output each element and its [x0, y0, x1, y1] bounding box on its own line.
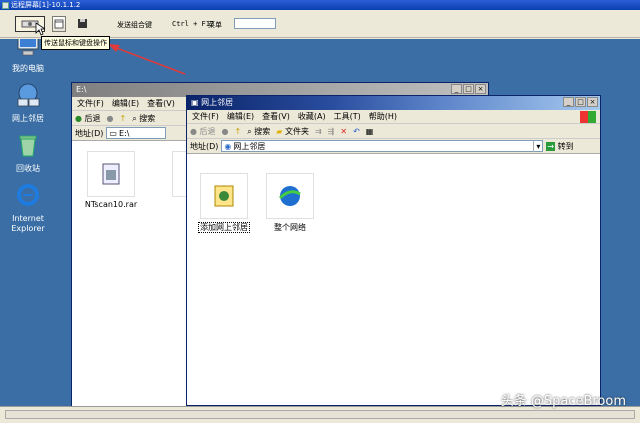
explorer-window-network[interactable]: ▣ 网上邻居 _ □ × 文件(F) 编辑(E) 查看(V) 收藏(A) 工具(T)…	[186, 95, 601, 406]
file-name: NTscan10.rar	[84, 200, 138, 209]
remote-app-icon	[2, 1, 9, 9]
desktop-icon-internet-explorer[interactable]: Internet Explorer	[0, 181, 56, 234]
address-value: 网上邻居	[233, 141, 266, 151]
network-item-add-place[interactable]: 添加网上邻居	[193, 173, 255, 233]
menu-help[interactable]: 帮助(H)	[369, 111, 397, 122]
views-icon[interactable]: ▦	[366, 127, 374, 136]
network-icon	[17, 83, 40, 107]
window-icon	[54, 19, 64, 29]
desktop-icon-label: Internet Explorer	[11, 214, 45, 233]
desktop-icon-label: 回收站	[16, 164, 40, 173]
back-arrow-icon: ●	[190, 126, 197, 136]
maximize-button[interactable]: □	[463, 84, 474, 94]
save-button[interactable]	[77, 16, 89, 32]
desktop-icon-label: 网上邻居	[12, 114, 44, 123]
remote-desktop: 我的电脑 网上邻居 回收站 Internet Explorer E:\ _ □ × …	[0, 39, 640, 406]
address-value: E:\	[118, 128, 130, 138]
menu-view[interactable]: 查看(V)	[262, 111, 290, 122]
forward-button[interactable]: ●	[222, 127, 229, 136]
network-items-list: 添加网上邻居 整个网络	[187, 168, 600, 405]
close-button[interactable]: ×	[587, 97, 598, 107]
remote-window-titlebar: 远程屏幕[1]-10.1.1.2	[0, 0, 640, 10]
menu-edit[interactable]: 编辑(E)	[112, 98, 139, 109]
undo-icon[interactable]: ↶	[353, 127, 360, 136]
remote-toolbar: 发送组合键 Ctrl + F12 菜单	[0, 10, 640, 38]
recycle-bin-icon	[19, 135, 37, 157]
back-arrow-icon: ●	[75, 113, 82, 123]
back-label: 后退	[199, 126, 216, 136]
address-bar: 地址(D) ◉ 网上邻居 ▾ → 转到	[187, 139, 600, 154]
file-item[interactable]: NTscan10.rar	[80, 151, 142, 209]
go-button[interactable]: → 转到	[546, 141, 574, 152]
network-small-icon: ◉	[224, 141, 232, 151]
item-name: 添加网上邻居	[198, 222, 250, 233]
window-title: E:\	[76, 85, 87, 94]
window-mode-button[interactable]	[52, 16, 66, 32]
folders-button[interactable]: ▰ 文件夹	[276, 126, 309, 137]
search-label: 搜索	[139, 113, 156, 123]
computer-icon	[17, 39, 39, 56]
tooltip: 传送鼠标和键盘操作	[41, 36, 110, 50]
menu-edit[interactable]: 编辑(E)	[227, 111, 254, 122]
annotation-arrow	[108, 44, 186, 75]
maximize-button[interactable]: □	[575, 97, 586, 107]
network-title-icon: ▣	[191, 98, 199, 107]
address-input[interactable]: ◉ 网上邻居 ▾	[221, 140, 544, 152]
minimize-button[interactable]: _	[451, 84, 462, 94]
address-label: 地址(D)	[75, 128, 104, 138]
search-label: 搜索	[254, 126, 271, 136]
mouse-cursor-icon	[35, 22, 45, 36]
delete-icon[interactable]: ✕	[340, 127, 347, 136]
folders-label: 文件夹	[284, 126, 309, 136]
copy-to-icon[interactable]: ⇶	[328, 127, 335, 136]
search-icon: ⌕	[132, 113, 137, 123]
add-network-place-icon	[200, 173, 248, 219]
remote-window-title: 远程屏幕[1]-10.1.1.2	[11, 1, 81, 9]
search-button[interactable]: ⌕ 搜索	[247, 126, 270, 137]
folder-icon: ▰	[276, 126, 283, 136]
desktop-icon-network[interactable]: 网上邻居	[0, 81, 56, 124]
back-label: 后退	[84, 113, 101, 123]
go-arrow-icon: →	[546, 141, 556, 151]
close-button[interactable]: ×	[475, 84, 486, 94]
desktop-icon-label: 我的电脑	[12, 64, 44, 73]
back-button[interactable]: ● 后退	[75, 113, 101, 124]
scrollbar-track[interactable]	[5, 410, 635, 419]
search-icon: ⌕	[247, 126, 252, 136]
menu-file[interactable]: 文件(F)	[192, 111, 219, 122]
address-input[interactable]: ▭ E:\	[106, 127, 167, 139]
floppy-icon	[78, 19, 87, 28]
windows-logo-icon	[580, 111, 596, 123]
menu-favorites[interactable]: 收藏(A)	[298, 111, 326, 122]
forward-button[interactable]: ●	[107, 114, 114, 123]
up-folder-icon[interactable]: ↑	[120, 114, 127, 123]
watermark: 头条 @SpaceBroom	[500, 394, 626, 409]
item-name: 整个网络	[274, 223, 306, 232]
menu-file[interactable]: 文件(F)	[77, 98, 104, 109]
menu-bar: 文件(F) 编辑(E) 查看(V) 收藏(A) 工具(T) 帮助(H)	[187, 110, 600, 124]
drive-icon: ▭	[109, 128, 117, 138]
desktop-icon-recycle-bin[interactable]: 回收站	[0, 131, 56, 174]
window-title: 网上邻居	[201, 98, 234, 107]
internet-explorer-icon	[17, 184, 39, 206]
address-label: 地址(D)	[190, 141, 219, 151]
go-label: 转到	[557, 141, 574, 151]
send-combo-key-menu[interactable]: 发送组合键	[117, 20, 152, 30]
menu-shortcut-input[interactable]	[234, 18, 276, 29]
address-dropdown-icon[interactable]: ▾	[533, 140, 542, 152]
network-item-entire-network[interactable]: 整个网络	[259, 173, 321, 233]
menu-label: 菜单	[208, 21, 222, 29]
entire-network-globe-icon	[266, 173, 314, 219]
toolbar: ● 后退 ● ↑ ⌕ 搜索 ▰ 文件夹 ⇉ ⇶ ✕ ↶ ▦	[187, 124, 600, 139]
rar-file-icon	[87, 151, 135, 197]
menu-tools[interactable]: 工具(T)	[334, 111, 361, 122]
back-button[interactable]: ● 后退	[190, 126, 216, 137]
up-folder-icon[interactable]: ↑	[235, 127, 242, 136]
move-to-icon[interactable]: ⇉	[315, 127, 322, 136]
window-titlebar[interactable]: ▣ 网上邻居 _ □ ×	[187, 96, 600, 110]
search-button[interactable]: ⌕ 搜索	[132, 113, 155, 124]
partial-file-tile	[172, 151, 186, 197]
minimize-button[interactable]: _	[563, 97, 574, 107]
menu-view[interactable]: 查看(V)	[147, 98, 175, 109]
